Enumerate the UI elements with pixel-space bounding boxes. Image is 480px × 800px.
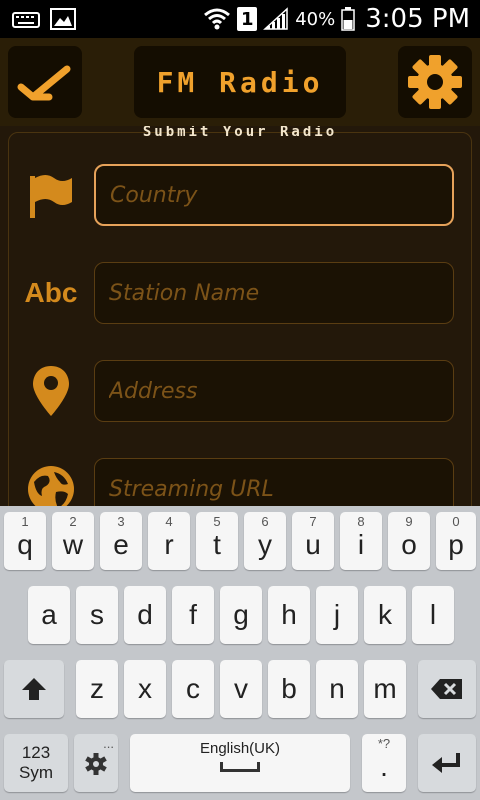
key-p[interactable]: 0p (436, 512, 476, 570)
submit-radio-form: Submit Your Radio Abc (0, 126, 480, 506)
key-u[interactable]: 7u (292, 512, 334, 570)
key-t[interactable]: 5t (196, 512, 238, 570)
key-z[interactable]: z (76, 660, 118, 718)
space-bar[interactable]: English(UK) (130, 734, 350, 792)
symbols-key[interactable]: 123 Sym (4, 734, 68, 792)
soft-keyboard: 1q 2w 3e 4r 5t 6y 7u 8i 9o 0p a s d f g … (0, 506, 480, 800)
address-input[interactable] (94, 360, 454, 422)
enter-key[interactable] (418, 734, 476, 792)
key-k[interactable]: k (364, 586, 406, 644)
key-x[interactable]: x (124, 660, 166, 718)
key-r[interactable]: 4r (148, 512, 190, 570)
key-o[interactable]: 9o (388, 512, 430, 570)
sim-slot-badge: 1 (237, 7, 258, 31)
key-e[interactable]: 3e (100, 512, 142, 570)
battery-icon (341, 7, 355, 31)
country-row (20, 164, 460, 226)
signal-icon (263, 7, 288, 30)
country-input[interactable] (94, 164, 454, 226)
flag-icon (20, 164, 82, 226)
key-f[interactable]: f (172, 586, 214, 644)
keyboard-language: English(UK) (199, 740, 281, 757)
form-heading: Submit Your Radio (142, 126, 338, 140)
key-b[interactable]: b (268, 660, 310, 718)
station-name-input[interactable] (94, 262, 454, 324)
abc-text-icon: Abc (20, 262, 82, 324)
address-row (20, 360, 460, 422)
status-bar: 1 40% 3:05 PM (0, 0, 480, 38)
back-button[interactable] (8, 46, 82, 118)
wifi-icon (204, 8, 231, 30)
location-pin-icon (20, 360, 82, 422)
keyboard-notification-icon (12, 12, 40, 28)
clock: 3:05 PM (365, 4, 470, 34)
keyboard-settings-key[interactable]: ... (74, 734, 118, 792)
key-v[interactable]: v (220, 660, 262, 718)
key-a[interactable]: a (28, 586, 70, 644)
abc-label: Abc (24, 277, 78, 308)
backspace-icon (431, 679, 462, 699)
space-icon (220, 762, 260, 772)
key-i[interactable]: 8i (340, 512, 382, 570)
key-l[interactable]: l (412, 586, 454, 644)
key-j[interactable]: j (316, 586, 358, 644)
backspace-key[interactable] (418, 660, 476, 718)
streaming-url-input[interactable] (94, 458, 454, 506)
gear-icon (408, 55, 462, 109)
key-y[interactable]: 6y (244, 512, 286, 570)
app-header: FM Radio (0, 38, 480, 126)
key-q[interactable]: 1q (4, 512, 46, 570)
battery-percent: 40% (295, 8, 336, 30)
title-box: FM Radio (134, 46, 346, 118)
key-h[interactable]: h (268, 586, 310, 644)
shift-key[interactable] (4, 660, 64, 718)
gear-icon (85, 753, 107, 775)
key-c[interactable]: c (172, 660, 214, 718)
image-notification-icon (50, 8, 76, 30)
key-s[interactable]: s (76, 586, 118, 644)
streaming-url-row (20, 458, 460, 506)
period-key[interactable]: *?. (362, 734, 406, 792)
enter-arrow-icon (432, 753, 460, 773)
globe-icon (20, 458, 82, 506)
back-arrow-icon (17, 65, 71, 101)
settings-button[interactable] (398, 46, 472, 118)
key-d[interactable]: d (124, 586, 166, 644)
shift-arrow-icon (22, 678, 46, 700)
key-m[interactable]: m (364, 660, 406, 718)
page-title: FM Radio (156, 65, 324, 99)
key-g[interactable]: g (220, 586, 262, 644)
key-n[interactable]: n (316, 660, 358, 718)
station-name-row: Abc (20, 262, 460, 324)
key-w[interactable]: 2w (52, 512, 94, 570)
